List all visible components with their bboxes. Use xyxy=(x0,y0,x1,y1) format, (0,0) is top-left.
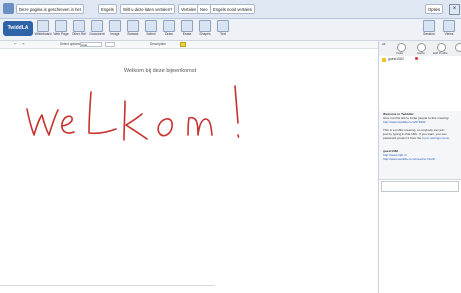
tool-whiteboard[interactable]: Whiteboard xyxy=(34,20,52,36)
tool-shapes[interactable]: Shapes xyxy=(196,20,214,36)
web-page-icon xyxy=(55,20,67,32)
translate-source-text: Deze pagina is geschreven in het xyxy=(16,4,84,14)
select-options-label: Select options xyxy=(60,42,81,46)
chat-link[interactable]: http://www.twiddla.com/578302 xyxy=(383,120,426,124)
translate-icon xyxy=(3,3,14,14)
shapes-icon xyxy=(199,20,211,32)
right-panel: All Invite Audio Edit Profile guest1082 … xyxy=(378,41,461,293)
tool-document[interactable]: Document xyxy=(88,20,106,36)
font-select[interactable]: Arial xyxy=(80,42,102,47)
app-logo: TwiddLA xyxy=(3,21,33,36)
options-button[interactable]: Opties xyxy=(425,4,444,14)
redo-icon[interactable]: ↷ xyxy=(22,42,25,47)
user-name: guest1082 xyxy=(388,57,404,61)
tool-other-ref[interactable]: Other Ref xyxy=(70,20,88,36)
translate-bar: Deze pagina is geschreven in het Engels … xyxy=(0,0,461,19)
eraser-icon xyxy=(181,20,193,32)
language-select[interactable]: Engels xyxy=(98,4,117,14)
whiteboard-canvas[interactable]: Welkom bij deze bijeenkomst xyxy=(0,49,377,293)
chat-log: Welcome to Twiddla! Give out this link t… xyxy=(379,111,461,180)
tab-invite[interactable]: Invite xyxy=(396,51,403,55)
handwriting-drawing xyxy=(26,85,240,141)
tool-views[interactable]: Views xyxy=(440,20,458,36)
size-select[interactable] xyxy=(105,42,115,47)
pencil-icon xyxy=(163,20,175,32)
tool-browse[interactable]: Browse xyxy=(124,20,142,36)
panel-header: All Invite Audio Edit Profile xyxy=(379,41,461,57)
other-ref-icon xyxy=(73,20,85,32)
tool-session[interactable]: Session xyxy=(420,20,438,36)
tool-text[interactable]: Text xyxy=(214,20,232,36)
user-icon xyxy=(382,58,386,62)
chat-link[interactable]: http://www.twiddla.com/meetinc.html#... xyxy=(383,157,437,161)
no-button[interactable]: Nee xyxy=(197,4,211,14)
document-icon xyxy=(91,20,103,32)
tool-draw[interactable]: Draw xyxy=(160,20,178,36)
chat-input[interactable] xyxy=(381,181,459,192)
undo-icon[interactable]: ↶ xyxy=(14,42,17,47)
session-icon xyxy=(423,20,435,32)
translate-question: Wilt u deze laten vertalen? xyxy=(120,4,176,14)
user-list: guest1082 xyxy=(379,56,461,112)
tab-audio[interactable]: Audio xyxy=(417,51,425,55)
status-dot xyxy=(415,57,418,60)
text-icon xyxy=(217,20,229,32)
description-label: Description xyxy=(150,42,166,46)
cursor-icon xyxy=(145,20,157,32)
chat-line: password-protect it from the room settin… xyxy=(383,136,449,140)
browse-icon xyxy=(127,20,139,32)
tool-image[interactable]: Image xyxy=(106,20,124,36)
close-icon[interactable]: × xyxy=(449,4,460,15)
settings-icon[interactable] xyxy=(455,43,461,52)
never-translate-button[interactable]: Engels nooit vertalen xyxy=(210,4,256,14)
whiteboard-icon xyxy=(37,20,49,32)
room-settings-link[interactable]: room settings menu xyxy=(422,136,449,140)
tool-select[interactable]: Select xyxy=(142,20,160,36)
image-icon xyxy=(109,20,121,32)
tab-edit-profile[interactable]: Edit Profile xyxy=(433,51,448,55)
views-icon xyxy=(443,20,455,32)
main-toolbar: TwiddLA Whiteboard Web Page Other Ref Do… xyxy=(0,19,461,41)
color-swatch[interactable] xyxy=(180,42,186,47)
panel-caption: All xyxy=(382,42,386,46)
tool-erase[interactable]: Erase xyxy=(178,20,196,36)
chat-text: password-protect it from the xyxy=(383,136,422,140)
canvas-scrollbar[interactable] xyxy=(0,285,215,286)
tool-web-page[interactable]: Web Page xyxy=(52,20,70,36)
